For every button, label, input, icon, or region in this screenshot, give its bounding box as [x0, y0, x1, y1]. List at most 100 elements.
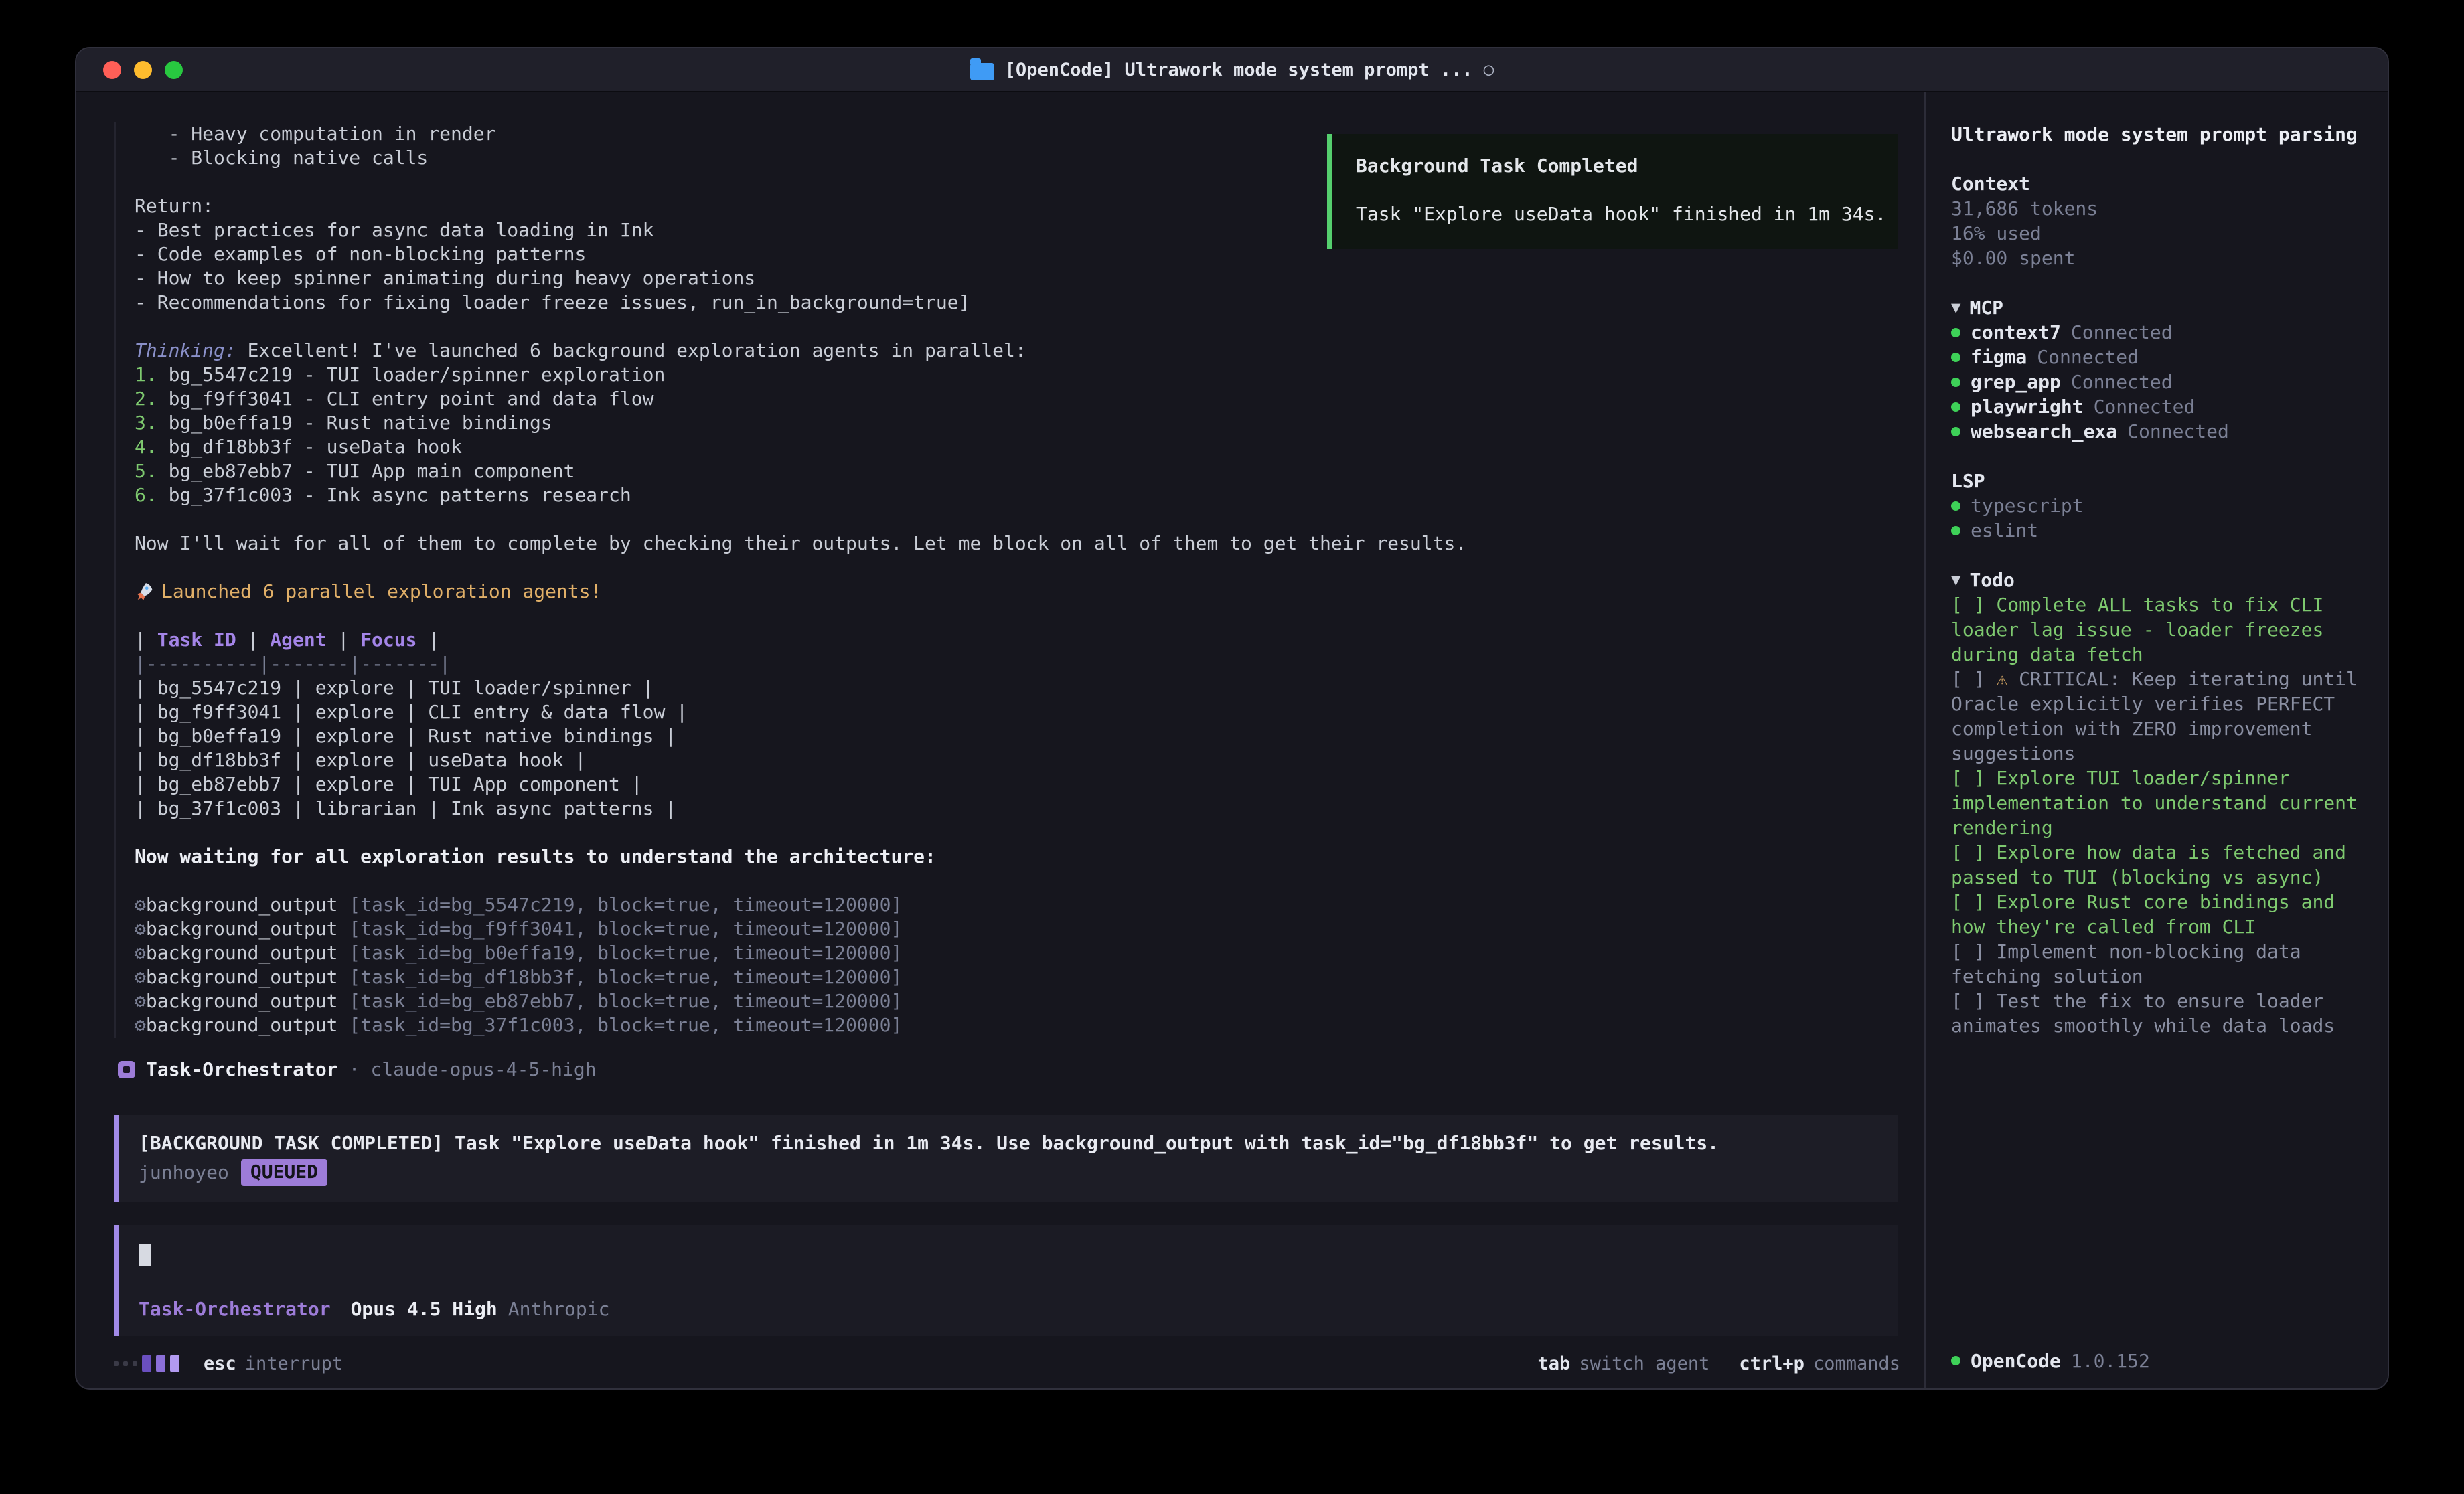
todo-item: [ ] Explore how data is fetched and pass…: [1951, 840, 2362, 890]
terminal-line: | bg_f9ff3041 | explore | CLI entry & da…: [135, 700, 1900, 724]
mcp-server-status: Connected: [2037, 345, 2139, 369]
terminal-line: ⚙background_output [task_id=bg_5547c219,…: [135, 893, 1900, 917]
context-stats: 31,686 tokens16% used$0.00 spent: [1951, 196, 2362, 270]
progress-meter: [114, 1355, 179, 1372]
terminal-line: 6. bg_37f1c003 - Ink async patterns rese…: [135, 483, 1900, 507]
sidebar: Ultrawork mode system prompt parsing Con…: [1924, 92, 2388, 1388]
terminal-line: 3. bg_b0effa19 - Rust native bindings: [135, 411, 1900, 435]
zoom-window-button[interactable]: [165, 61, 183, 79]
lsp-server-item: eslint: [1951, 518, 2362, 543]
agent-name: Task-Orchestrator: [146, 1058, 338, 1082]
status-bar: esc interrupt tab switch agent ctrl+p co…: [114, 1336, 1900, 1388]
background-task-message: [BACKGROUND TASK COMPLETED] Task "Explor…: [114, 1115, 1898, 1202]
terminal-line: ⚙background_output [task_id=bg_df18bb3f,…: [135, 965, 1900, 989]
terminal-line: 4. bg_df18bb3f - useData hook: [135, 435, 1900, 459]
todo-list: [ ] Complete ALL tasks to fix CLI loader…: [1951, 592, 2362, 1038]
prompt-cursor-line[interactable]: [139, 1242, 1877, 1266]
prompt-footer: Task-Orchestrator Opus 4.5 High Anthropi…: [139, 1297, 1877, 1321]
terminal-line: [135, 869, 1900, 893]
mcp-server-status: Connected: [2071, 369, 2173, 394]
rocket-icon: [135, 580, 161, 602]
connected-status-dot-icon: [1951, 427, 1960, 436]
close-window-button[interactable]: [103, 61, 121, 79]
todo-item: [ ] ⚠ CRITICAL: Keep iterating until Ora…: [1951, 667, 2362, 766]
todo-heading[interactable]: ▼ Todo: [1951, 568, 2362, 592]
terminal-line: ⚙background_output [task_id=bg_b0effa19,…: [135, 941, 1900, 965]
minimize-window-button[interactable]: [134, 61, 152, 79]
terminal-line: 1. bg_5547c219 - TUI loader/spinner expl…: [135, 363, 1900, 387]
agent-header: Task-Orchestrator · claude-opus-4-5-high: [114, 1058, 1900, 1082]
terminal-line: |----------|-------|-------|: [135, 652, 1900, 676]
opencode-window: [OpenCode] Ultrawork mode system prompt …: [75, 47, 2389, 1390]
background-task-notification: Background Task Completed Task "Explore …: [1327, 134, 1898, 249]
terminal-line: 5. bg_eb87ebb7 - TUI App main component: [135, 459, 1900, 483]
todo-item: [ ] Complete ALL tasks to fix CLI loader…: [1951, 592, 2362, 667]
commands-hint: ctrl+p commands: [1739, 1353, 1900, 1374]
chevron-down-icon: ▼: [1951, 568, 1960, 592]
mcp-server-name: grep_app: [1971, 369, 2061, 394]
terminal-line: - How to keep spinner animating during h…: [135, 266, 1900, 290]
active-agent-label: Task-Orchestrator: [139, 1297, 331, 1321]
mcp-heading-label: MCP: [1969, 295, 2003, 320]
ctrlp-action-label: commands: [1813, 1353, 1900, 1374]
separator-dot: ·: [349, 1058, 360, 1082]
text-cursor: [139, 1244, 151, 1266]
terminal-line: | bg_5547c219 | explore | TUI loader/spi…: [135, 676, 1900, 700]
esc-key-label: esc: [204, 1353, 236, 1374]
conversation-pane: Background Task Completed Task "Explore …: [76, 92, 1924, 1388]
terminal-line: | Task ID | Agent | Focus |: [135, 628, 1900, 652]
provider-label: Anthropic: [508, 1297, 610, 1321]
lsp-section: LSP typescript eslint: [1951, 469, 2362, 543]
mcp-server-status: Connected: [2094, 394, 2196, 419]
ctrlp-key-label: ctrl+p: [1739, 1353, 1804, 1374]
terminal-line: Thinking: Excellent! I've launched 6 bac…: [135, 339, 1900, 363]
mcp-server-name: playwright: [1971, 394, 2084, 419]
terminal-line: ⚙background_output [task_id=bg_37f1c003,…: [135, 1013, 1900, 1038]
terminal-line: [135, 507, 1900, 531]
mcp-heading[interactable]: ▼ MCP: [1951, 295, 2362, 320]
mcp-server-name: websearch_exa: [1971, 419, 2117, 444]
todo-item: [ ] Explore Rust core bindings and how t…: [1951, 890, 2362, 939]
terminal-line: [135, 315, 1900, 339]
terminal-line: Now waiting for all exploration results …: [135, 845, 1900, 869]
titlebar[interactable]: [OpenCode] Ultrawork mode system prompt …: [76, 48, 2388, 92]
mcp-server-item: figma Connected: [1951, 345, 2362, 369]
assistant-text-bottom: | Task ID | Agent | Focus ||----------|-…: [135, 628, 1900, 1038]
terminal-line: Now I'll wait for all of them to complet…: [135, 531, 1900, 556]
lsp-server-name: eslint: [1971, 518, 2038, 543]
todo-item: [ ] Explore TUI loader/spinner implement…: [1951, 766, 2362, 840]
tab-action-label: switch agent: [1579, 1353, 1709, 1374]
chevron-down-icon: ▼: [1951, 295, 1960, 320]
terminal-line: 2. bg_f9ff3041 - CLI entry point and dat…: [135, 387, 1900, 411]
window-title: [OpenCode] Ultrawork mode system prompt …: [970, 59, 1494, 80]
brand-label: OpenCode: [1971, 1349, 2061, 1374]
mcp-server-item: context7 Connected: [1951, 320, 2362, 345]
folder-icon: [970, 63, 994, 80]
lsp-server-item: typescript: [1951, 493, 2362, 518]
tab-key-label: tab: [1538, 1353, 1571, 1374]
context-stat: 16% used: [1951, 221, 2362, 246]
context-stat: 31,686 tokens: [1951, 196, 2362, 221]
terminal-line: [135, 821, 1900, 845]
assistant-message: - Heavy computation in render - Blocking…: [114, 122, 1900, 1038]
lsp-heading: LSP: [1951, 469, 2362, 493]
connected-status-dot-icon: [1951, 402, 1960, 412]
notification-title: Background Task Completed: [1356, 154, 1873, 178]
terminal-line: - Recommendations for fixing loader free…: [135, 290, 1900, 315]
message-author: junhoyeo: [139, 1161, 229, 1185]
esc-action-label: interrupt: [245, 1353, 343, 1374]
tab-hint: tab switch agent: [1538, 1353, 1710, 1374]
mcp-server-name: context7: [1971, 320, 2061, 345]
modified-status-icon: ○: [1484, 60, 1494, 80]
terminal-line: [135, 604, 1900, 628]
mcp-server-name: figma: [1971, 345, 2027, 369]
terminal-line: | bg_b0effa19 | explore | Rust native bi…: [135, 724, 1900, 748]
terminal-line: [135, 556, 1900, 580]
terminal-line: | bg_eb87ebb7 | explore | TUI App compon…: [135, 772, 1900, 797]
window-title-text: [OpenCode] Ultrawork mode system prompt …: [1005, 60, 1473, 80]
sidebar-footer: OpenCode 1.0.152: [1951, 1333, 2362, 1388]
terminal-line: ⚙background_output [task_id=bg_eb87ebb7,…: [135, 989, 1900, 1013]
mcp-server-list: context7 Connected figma Connected grep_: [1951, 320, 2362, 444]
prompt-input[interactable]: Task-Orchestrator Opus 4.5 High Anthropi…: [114, 1225, 1898, 1336]
context-section: Context 31,686 tokens16% used$0.00 spent: [1951, 171, 2362, 270]
